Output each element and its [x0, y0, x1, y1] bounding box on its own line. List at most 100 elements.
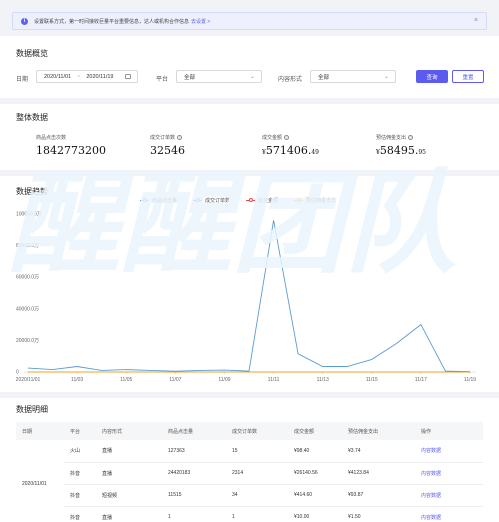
info-icon: i: [21, 17, 28, 25]
table-cell: 24420183: [162, 462, 226, 485]
table-cell: 抖音: [64, 484, 96, 507]
stat-label-orders: 成交订单数?: [150, 135, 183, 141]
col-gmv: 成交金额: [288, 422, 342, 440]
series-line: [27, 220, 471, 373]
x-tick-label: 11/03: [71, 377, 83, 383]
stat-value-orders: 32546: [150, 144, 185, 157]
y-tick-label: 20000.0万: [16, 338, 39, 344]
table-cell: ¥414.60: [288, 484, 342, 507]
y-tick-label: 40000.0万: [16, 306, 39, 312]
date-label: 日期: [16, 77, 29, 83]
overview-card: 数据概览 日期 2020/11/01 ~ 2020/11/19 平台 全部 ⌄ …: [0, 36, 499, 98]
table-cell: 15: [226, 440, 288, 463]
x-tick-label: 11/07: [169, 377, 181, 383]
platform-select[interactable]: 全部 ⌄: [176, 70, 262, 83]
table-cell: ¥4123.84: [342, 462, 415, 485]
notice-setup-link[interactable]: 去设置 >: [191, 18, 210, 25]
content-form-label: 内容形式: [278, 77, 303, 83]
table-cell: 直播: [96, 506, 162, 522]
trend-card: 数据趋势 商品点击量 成交订单数 成交金额 预估佣金支出 100000.0万 80000…: [0, 176, 499, 392]
col-clicks: 商品点击量: [162, 422, 226, 440]
table-header-row: 日期 平台 内容形式 商品点击量 成交订单数 成交金额 预估佣金支出 操作: [16, 422, 483, 440]
overview-title: 数据概览: [16, 49, 48, 58]
table-cell: ¥3.74: [342, 440, 415, 463]
detail-table: 日期 平台 内容形式 商品点击量 成交订单数 成交金额 预估佣金支出 操作 20…: [16, 422, 483, 522]
detail-card: 数据明细 日期 平台 内容形式 商品点击量 成交订单数 成交金额 预估佣金支出 …: [0, 398, 499, 522]
table-cell: 11515: [162, 484, 226, 507]
totals-card: 整体数据 商品点击次数 1842773200 成交订单数? 32546 成交金额…: [0, 104, 499, 170]
x-tick-label: 11/05: [120, 377, 132, 383]
table-cell: 直播: [96, 462, 162, 485]
detail-title: 数据明细: [16, 405, 48, 414]
x-tick-label: 11/17: [415, 377, 427, 383]
stat-label-commission: 预估佣金支出?: [376, 135, 414, 141]
y-tick-label: 80000.0万: [16, 243, 39, 249]
stat-value-clicks: 1842773200: [36, 144, 106, 157]
x-tick-label: 11/15: [366, 377, 378, 383]
x-tick-label: 2020/11/01: [16, 377, 41, 383]
reset-button[interactable]: 重置: [452, 70, 484, 83]
table-cell: ¥10.00: [288, 506, 342, 522]
x-tick-label: 11/11: [268, 377, 280, 383]
date-end: 2020/11/19: [86, 73, 114, 80]
stat-value-commission: ¥58495.95: [376, 144, 426, 157]
y-tick-label: 60000.0万: [16, 275, 39, 281]
content-data-link[interactable]: 内容数据: [415, 506, 483, 522]
stat-label-clicks: 商品点击次数: [36, 135, 67, 141]
content-data-link[interactable]: 内容数据: [415, 484, 483, 507]
col-orders: 成交订单数: [226, 422, 288, 440]
table-row: 抖音 短视频 11515 34 ¥414.60 ¥93.87 内容数据: [16, 484, 483, 507]
table-cell: 127363: [162, 440, 226, 463]
content-data-link[interactable]: 内容数据: [415, 440, 483, 463]
col-date: 日期: [16, 422, 64, 440]
chevron-down-icon: ⌄: [383, 74, 389, 80]
platform-label: 平台: [156, 77, 169, 83]
help-icon[interactable]: ?: [177, 135, 183, 141]
table-cell: 抖音: [64, 506, 96, 522]
platform-value: 全部: [184, 74, 196, 81]
table-cell-date: 2020/11/01: [22, 481, 47, 487]
y-tick-label: 100000.0万: [16, 212, 42, 218]
table-cell: 短视频: [96, 484, 162, 507]
y-tick-label: 0: [16, 370, 19, 376]
table-cell: 2314: [226, 462, 288, 485]
content-data-link[interactable]: 内容数据: [415, 462, 483, 485]
table-row: 抖音 直播 1 1 ¥10.00 ¥1.50 内容数据: [16, 506, 483, 522]
col-commission: 预估佣金支出: [342, 422, 415, 440]
table-cell: 34: [226, 484, 288, 507]
x-tick-label: 11/19: [464, 377, 476, 383]
date-range-picker[interactable]: 2020/11/01 ~ 2020/11/19: [36, 70, 138, 83]
table-cell: ¥1.50: [342, 506, 415, 522]
table-cell: 火山: [64, 440, 96, 463]
stat-value-gmv: ¥571406.49: [262, 144, 319, 157]
totals-title: 整体数据: [16, 113, 48, 122]
trend-chart: 100000.0万 80000.0万 60000.0万 40000.0万 20000.0…: [16, 212, 477, 384]
table-cell: 抖音: [64, 462, 96, 485]
calendar-icon: [125, 74, 131, 79]
table-cell: 1: [162, 506, 226, 522]
content-form-value: 全部: [318, 74, 330, 81]
chevron-down-icon: ⌄: [249, 74, 255, 80]
notice-text: 设置联系方式，第一时间接收巨量平台重要信息，达人或机构合作信息: [34, 18, 190, 25]
table-cell: ¥26140.56: [288, 462, 342, 485]
table-row: 2020/11/01 火山 直播 127363 15 ¥98.40 ¥3.74 …: [16, 440, 483, 487]
close-icon[interactable]: ×: [474, 17, 478, 24]
table-cell: 直播: [96, 440, 162, 463]
table-cell: ¥93.87: [342, 484, 415, 507]
stat-label-gmv: 成交金额?: [262, 135, 290, 141]
x-tick-label: 11/13: [317, 377, 329, 383]
table-cell: 1: [226, 506, 288, 522]
page: i 设置联系方式，第一时间接收巨量平台重要信息，达人或机构合作信息 去设置 > …: [0, 0, 499, 522]
help-icon[interactable]: ?: [284, 135, 290, 141]
table-cell: ¥98.40: [288, 440, 342, 463]
col-action: 操作: [415, 422, 483, 440]
col-content-form: 内容形式: [96, 422, 162, 440]
col-platform: 平台: [64, 422, 96, 440]
help-icon[interactable]: ?: [408, 135, 414, 141]
date-start: 2020/11/01: [44, 73, 72, 80]
query-button[interactable]: 查询: [416, 70, 448, 83]
content-form-select[interactable]: 全部 ⌄: [310, 70, 396, 83]
notice-bar: i 设置联系方式，第一时间接收巨量平台重要信息，达人或机构合作信息 去设置 > …: [12, 12, 487, 30]
date-separator: ~: [77, 73, 81, 80]
table-row: 抖音 直播 24420183 2314 ¥26140.56 ¥4123.84 内…: [16, 462, 483, 485]
